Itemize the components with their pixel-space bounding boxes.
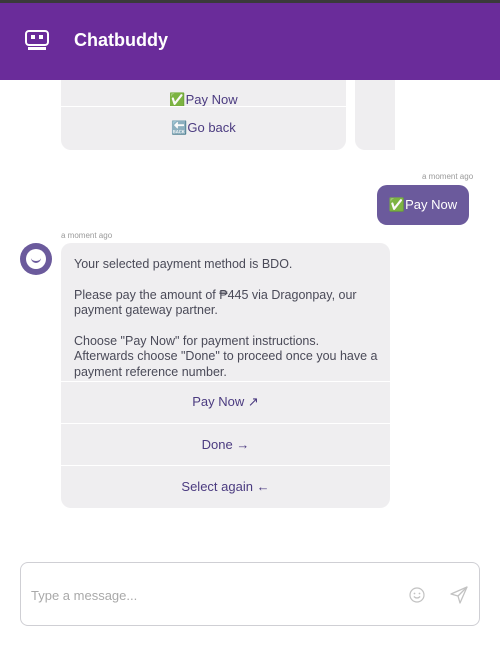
user-message-bubble: ✅Pay Now (377, 185, 469, 225)
robot-logo-icon (25, 30, 49, 50)
carousel-card-peek[interactable] (355, 80, 395, 150)
divider (61, 106, 346, 107)
smile-icon (26, 249, 46, 269)
bot-message-timestamp: a moment ago (61, 231, 113, 240)
app-title: Chatbuddy (74, 30, 168, 50)
smiley-icon[interactable] (409, 587, 425, 603)
message-list[interactable]: ✅Pay Now 🔙Go back a moment ago ✅Pay Now … (0, 80, 500, 535)
pay-now-button[interactable]: Pay Now ↗ (61, 382, 390, 422)
bot-message-card: Your selected payment method is BDO. Ple… (61, 243, 390, 508)
done-button[interactable]: Done → (61, 424, 390, 464)
message-composer (20, 562, 480, 626)
bot-paragraph: Your selected payment method is BDO. (74, 257, 293, 271)
bot-message-text: Your selected payment method is BDO. Ple… (74, 257, 379, 380)
header-bar: Chatbuddy (0, 3, 500, 80)
user-message-timestamp: a moment ago (422, 172, 474, 181)
select-again-button[interactable]: Select again ← (61, 466, 390, 506)
send-icon[interactable] (449, 585, 469, 605)
carousel-card: ✅Pay Now 🔙Go back (61, 80, 346, 150)
bot-avatar (20, 243, 52, 275)
bot-paragraph: Please pay the amount of ₱445 via Dragon… (74, 287, 357, 318)
carousel-go-back-button[interactable]: 🔙Go back (61, 108, 346, 148)
chat-window: Chatbuddy ✅Pay Now 🔙Go back a moment ago… (0, 0, 500, 653)
bot-paragraph: Choose "Pay Now" for payment instruction… (74, 333, 378, 379)
message-input[interactable] (31, 583, 391, 607)
